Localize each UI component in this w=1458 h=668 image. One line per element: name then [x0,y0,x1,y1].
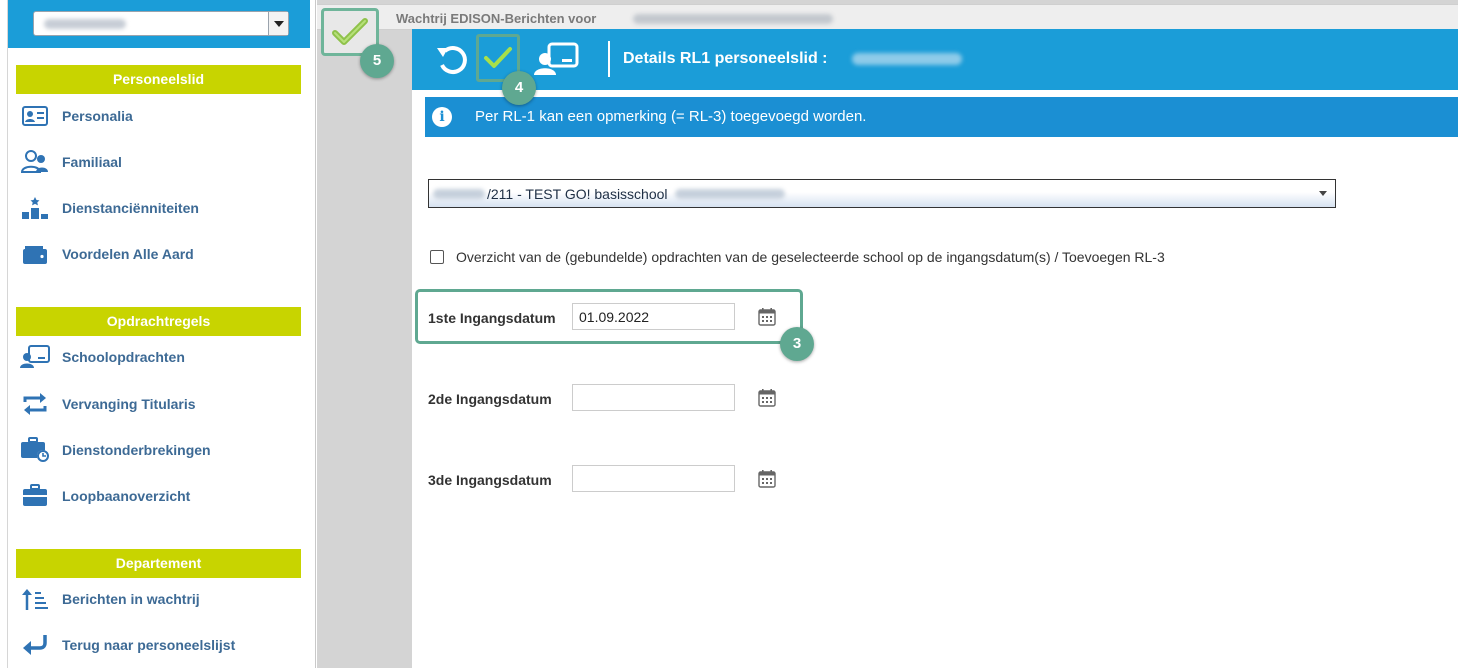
calendar-icon[interactable] [758,470,776,488]
section-header-opdrachtregels: Opdrachtregels [16,307,301,336]
date-input-2[interactable] [572,384,735,411]
family-icon [20,149,50,175]
podium-icon [20,195,50,221]
sidebar-item-voordelen-alle-aard[interactable]: Voordelen Alle Aard [20,239,194,269]
sidebar-item-personalia[interactable]: Personalia [20,101,133,131]
sidebar-item-vervanging-titularis[interactable]: Vervanging Titularis [20,389,196,419]
panel-title: Details RL1 personeelslid : [623,50,828,67]
date-label: 3de Ingangsdatum [428,472,552,488]
section-header-personeelslid: Personeelslid [16,65,301,94]
step-badge-5: 5 [360,44,394,78]
calendar-icon[interactable] [758,389,776,407]
briefcase-clock-icon [20,437,50,463]
step-badge-3: 3 [780,327,814,361]
teacher-board-icon [20,344,50,370]
wallet-icon [20,241,50,267]
section-header-departement: Departement [16,549,301,578]
queue-title: Wachtrij EDISON-Berichten voor [396,11,597,26]
sidebar-item-terug-naar-personeelslijst[interactable]: Terug naar personeelslijst [20,630,235,660]
refresh-icon [437,46,467,74]
sidebar-item-label: Dienstanciënniteiten [62,200,199,216]
sort-list-icon [20,586,50,612]
panel-toolbar: Details RL1 personeelslid : [412,29,1458,90]
toolbar-divider [608,41,610,77]
school-select[interactable]: /211 - TEST GO! basisschool [428,179,1336,208]
sidebar-item-label: Voordelen Alle Aard [62,246,194,262]
school-assignment-button[interactable] [532,41,582,77]
overview-checkbox-label[interactable]: Overzicht van de (gebundelde) opdrachten… [456,249,1165,265]
sidebar-item-label: Familiaal [62,154,122,170]
user-select-value-redacted [44,19,126,29]
sidebar-item-dienstancienniteiten[interactable]: Dienstanciënniteiten [20,193,199,223]
queue-title-redacted [633,14,833,24]
sidebar-item-familiaal[interactable]: Familiaal [20,147,122,177]
sidebar-item-label: Terug naar personeelslijst [62,637,236,653]
check-icon [332,18,368,45]
info-banner: i Per RL-1 kan een opmerking (= RL-3) to… [425,97,1458,137]
sidebar-item-dienstonderbrekingen[interactable]: Dienstonderbrekingen [20,435,211,465]
school-location-redacted [675,189,785,199]
sidebar-item-berichten-in-wachtrij[interactable]: Berichten in wachtrij [20,584,200,614]
school-code-redacted [433,189,485,199]
date-label: 2de Ingangsdatum [428,391,552,407]
swap-arrows-icon [20,391,50,417]
chevron-down-icon[interactable] [1319,191,1327,196]
sidebar-item-schoolopdrachten[interactable]: Schoolopdrachten [20,342,185,372]
return-arrow-icon [20,632,50,658]
step-badge-4: 4 [502,71,536,105]
refresh-button[interactable] [434,42,470,78]
sidebar-item-label: Personalia [62,108,133,124]
sidebar-item-label: Berichten in wachtrij [62,591,200,607]
highlight-first-date [415,289,803,344]
date-input-3[interactable] [572,465,735,492]
sidebar-item-label: Loopbaanoverzicht [62,488,191,504]
sidebar: Personeelslid Personalia Familiaal Diens… [0,0,316,668]
sidebar-edge [0,0,8,668]
details-panel: Details RL1 personeelslid : i Per RL-1 k… [412,29,1458,668]
check-icon [484,47,512,68]
sidebar-header [8,0,310,48]
sidebar-item-label: Schoolopdrachten [62,349,185,365]
briefcase-icon [20,483,50,509]
user-select[interactable] [33,11,289,36]
teacher-board-icon [534,42,579,75]
sidebar-item-label: Dienstonderbrekingen [62,442,211,458]
overview-checkbox[interactable] [430,250,444,264]
overview-checkbox-row: Overzicht van de (gebundelde) opdrachten… [430,249,1165,265]
chevron-down-icon[interactable] [268,12,288,35]
info-icon: i [432,107,452,127]
queue-header-bar: Wachtrij EDISON-Berichten voor [317,4,1458,30]
panel-title-name-redacted [852,53,962,65]
sidebar-item-label: Vervanging Titularis [62,396,196,412]
info-text: Per RL-1 kan een opmerking (= RL-3) toeg… [475,108,867,125]
school-select-value: /211 - TEST GO! basisschool [487,186,668,202]
id-card-icon [20,103,50,129]
sidebar-item-loopbaanoverzicht[interactable]: Loopbaanoverzicht [20,481,190,511]
